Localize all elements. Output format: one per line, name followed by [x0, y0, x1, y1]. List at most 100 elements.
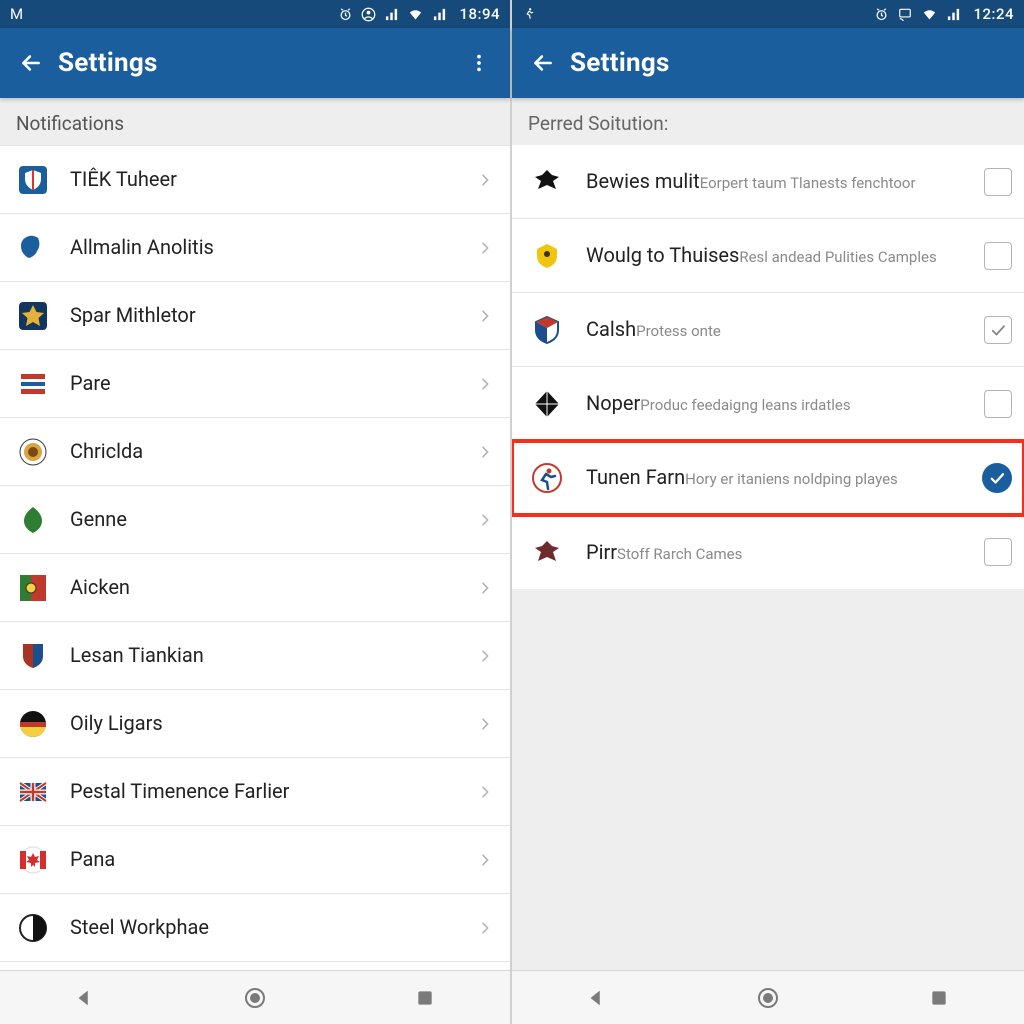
- signal2-icon: [432, 7, 447, 22]
- item-label: Lesan Tiankian: [70, 643, 204, 667]
- list-item[interactable]: Bewies mulitEorpert taum Tlanests fencht…: [512, 145, 1024, 219]
- checkbox[interactable]: [984, 390, 1012, 418]
- team-icon: [14, 365, 52, 403]
- section-header: Perred Soitution:: [512, 98, 1024, 145]
- chevron-right-icon: [472, 920, 498, 936]
- list-item[interactable]: Genne: [0, 486, 510, 554]
- chevron-right-icon: [472, 512, 498, 528]
- list-item[interactable]: Pare: [0, 350, 510, 418]
- alarm-icon: [874, 7, 889, 22]
- overflow-menu-button[interactable]: [462, 52, 496, 74]
- avatar-icon: [361, 7, 376, 22]
- system-nav-bar: [512, 970, 1024, 1024]
- list-item[interactable]: Pana: [0, 826, 510, 894]
- nav-back-button[interactable]: [55, 987, 115, 1009]
- chevron-right-icon: [472, 784, 498, 800]
- chevron-right-icon: [472, 648, 498, 664]
- item-label: Steel Workphae: [70, 915, 209, 939]
- item-label: Spar Mithletor: [70, 303, 196, 327]
- back-button[interactable]: [14, 50, 48, 76]
- list-item[interactable]: TIÊK Tuheer: [0, 146, 510, 214]
- item-label: Pare: [70, 371, 111, 395]
- list-item[interactable]: Allmalin Anolitis: [0, 214, 510, 282]
- nav-home-button[interactable]: [225, 986, 285, 1010]
- clock-text: 12:24: [973, 5, 1014, 23]
- team-icon: [526, 531, 568, 573]
- chevron-right-icon: [472, 240, 498, 256]
- list-item[interactable]: Aicken: [0, 554, 510, 622]
- preferences-list: Bewies mulitEorpert taum Tlanests fencht…: [512, 145, 1024, 589]
- item-label: Aicken: [70, 575, 130, 599]
- chevron-right-icon: [472, 852, 498, 868]
- cast-icon: [897, 7, 913, 21]
- clock-text: 18:94: [459, 5, 500, 23]
- team-icon: [526, 161, 568, 203]
- list-item[interactable]: Oily Ligars: [0, 690, 510, 758]
- mail-icon: M: [10, 5, 23, 23]
- list-item[interactable]: Lesan Tiankian: [0, 622, 510, 690]
- checkbox[interactable]: [984, 316, 1012, 344]
- item-subtitle: Stoff Rarch Cames: [617, 545, 742, 563]
- item-label: Pestal Timenence Farlier: [70, 779, 289, 803]
- list-item[interactable]: CalshProtess onte: [512, 293, 1024, 367]
- chevron-right-icon: [472, 172, 498, 188]
- item-title: Calsh: [586, 317, 636, 341]
- wifi-icon: [921, 7, 938, 22]
- status-bar: 12:24: [512, 0, 1024, 28]
- team-icon: [526, 457, 568, 499]
- team-icon: [14, 841, 52, 879]
- nav-recents-button[interactable]: [909, 988, 969, 1008]
- chevron-right-icon: [472, 308, 498, 324]
- back-button[interactable]: [526, 50, 560, 76]
- app-bar: Settings: [512, 28, 1024, 98]
- team-icon: [14, 229, 52, 267]
- list-item[interactable]: Tunen FarnHory er itaniens noldping play…: [512, 441, 1024, 515]
- item-label: Chriclda: [70, 439, 143, 463]
- selected-check-icon[interactable]: [982, 463, 1012, 493]
- team-icon: [14, 637, 52, 675]
- nav-back-button[interactable]: [567, 987, 627, 1009]
- list-item[interactable]: NoperProduc feedaigng leans irdatles: [512, 367, 1024, 441]
- team-icon: [526, 383, 568, 425]
- team-icon: [14, 569, 52, 607]
- checkbox[interactable]: [984, 242, 1012, 270]
- team-icon: [14, 501, 52, 539]
- list-item[interactable]: Steel Workphae: [0, 894, 510, 962]
- item-title: Woulg to Thuises: [586, 243, 739, 267]
- wifi-icon: [407, 7, 424, 22]
- system-nav-bar: [0, 970, 510, 1024]
- list-item[interactable]: Pestal Timenence Farlier: [0, 758, 510, 826]
- item-label: Pana: [70, 847, 115, 871]
- page-title: Settings: [570, 48, 670, 78]
- chevron-right-icon: [472, 580, 498, 596]
- signal-icon: [946, 7, 961, 22]
- phone-left: M 18:94 Settings Notifications TIÊK Tuhe…: [0, 0, 512, 1024]
- item-title: Tunen Farn: [586, 465, 685, 489]
- item-label: Oily Ligars: [70, 711, 163, 735]
- list-item[interactable]: Apdricaline: [0, 962, 510, 970]
- item-subtitle: Resl andead Pulities Camples: [739, 248, 936, 266]
- item-label: TIÊK Tuheer: [70, 167, 177, 191]
- checkbox[interactable]: [984, 538, 1012, 566]
- list-item[interactable]: Chriclda: [0, 418, 510, 486]
- nav-home-button[interactable]: [738, 986, 798, 1010]
- item-subtitle: Produc feedaigng leans irdatles: [640, 396, 850, 414]
- list-item[interactable]: Woulg to ThuisesResl andead Pulities Cam…: [512, 219, 1024, 293]
- app-bar: Settings: [0, 28, 510, 98]
- item-title: Bewies mulit: [586, 169, 700, 193]
- item-subtitle: Hory er itaniens noldping playes: [685, 470, 898, 488]
- item-subtitle: Protess onte: [636, 322, 721, 340]
- item-title: Pirr: [586, 540, 617, 564]
- team-icon: [526, 235, 568, 277]
- checkbox[interactable]: [984, 168, 1012, 196]
- team-icon: [14, 909, 52, 947]
- list-item[interactable]: PirrStoff Rarch Cames: [512, 515, 1024, 589]
- chevron-right-icon: [472, 376, 498, 392]
- status-bar: M 18:94: [0, 0, 510, 28]
- list-item[interactable]: Spar Mithletor: [0, 282, 510, 350]
- team-icon: [14, 161, 52, 199]
- item-subtitle: Eorpert taum Tlanests fenchtoor: [700, 174, 916, 192]
- nav-recents-button[interactable]: [395, 988, 455, 1008]
- item-title: Noper: [586, 391, 640, 415]
- chevron-right-icon: [472, 444, 498, 460]
